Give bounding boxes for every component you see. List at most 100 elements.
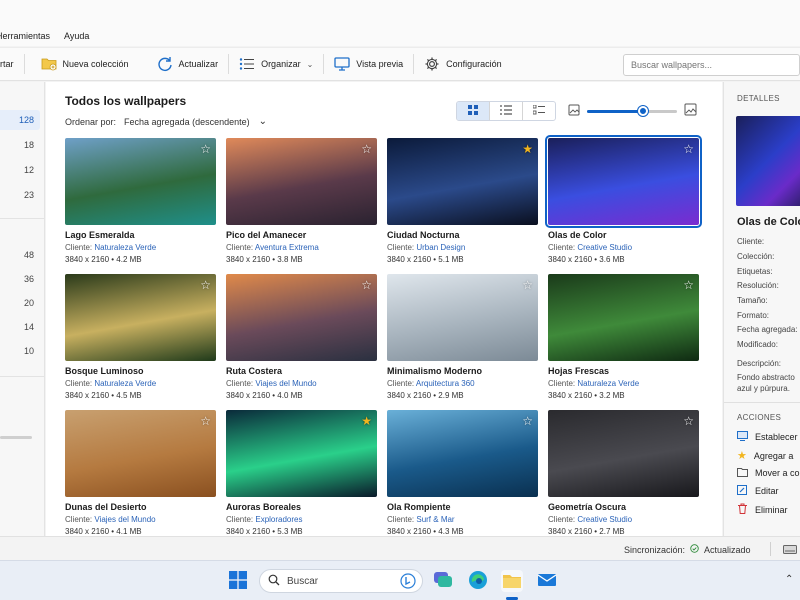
grid-view-button[interactable]: [457, 102, 490, 120]
preview-button[interactable]: Vista previa: [324, 51, 413, 77]
wallpaper-card[interactable]: ☆ Dunas del Desierto Cliente: Viajes del M…: [65, 410, 216, 538]
search-box[interactable]: [623, 54, 800, 76]
details-list-icon: [532, 104, 545, 117]
menu-ayuda[interactable]: Ayuda: [64, 31, 89, 41]
favorite-star-icon[interactable]: ☆: [683, 414, 694, 428]
wallpaper-thumbnail[interactable]: ☆: [65, 410, 216, 497]
wallpaper-card[interactable]: ☆ Olas de Color Cliente: Creative Studio 38…: [545, 135, 702, 266]
client-link[interactable]: Viajes del Mundo: [255, 379, 316, 388]
favorite-star-icon[interactable]: ☆: [522, 414, 533, 428]
wallpaper-card[interactable]: ☆ Ola Rompiente Cliente: Surf & Mar 3840 x …: [387, 410, 538, 538]
taskbar-search[interactable]: Buscar: [259, 569, 423, 593]
gear-icon: [424, 56, 440, 72]
delete-action[interactable]: Eliminar: [737, 503, 788, 516]
sidebar-count[interactable]: 128: [19, 115, 34, 125]
wallpaper-card[interactable]: ★ Auroras Boreales Cliente: Exploradores 38…: [226, 410, 377, 538]
wallpaper-thumbnail[interactable]: ☆: [548, 274, 699, 361]
wallpaper-name: Ruta Costera: [226, 366, 283, 376]
favorite-star-icon[interactable]: ★: [361, 414, 372, 428]
taskbar-mail-app[interactable]: [536, 570, 558, 592]
client-link[interactable]: Urban Design: [416, 243, 465, 252]
favorite-star-icon[interactable]: ☆: [683, 278, 694, 292]
sort-dropdown[interactable]: Fecha agregada (descendente) ⌄: [124, 116, 267, 127]
wallpaper-thumbnail[interactable]: ☆: [387, 410, 538, 497]
sidebar-count[interactable]: 36: [24, 274, 34, 284]
client-link[interactable]: Creative Studio: [577, 243, 632, 252]
refresh-button[interactable]: Actualizar: [139, 51, 229, 77]
add-to-favorites-action[interactable]: ★ Agregar a: [737, 449, 793, 462]
taskbar-edge-app[interactable]: [467, 570, 489, 592]
favorite-star-icon[interactable]: ☆: [361, 142, 372, 156]
sidebar-storage-bar: [0, 436, 32, 439]
favorite-star-icon[interactable]: ☆: [683, 142, 694, 156]
sidebar-count[interactable]: 23: [24, 190, 34, 200]
set-wallpaper-action[interactable]: Establecer: [737, 431, 798, 443]
details-field: Formato:: [737, 311, 770, 320]
settings-button[interactable]: Configuración: [414, 51, 512, 77]
client-link[interactable]: Naturaleza Verde: [577, 379, 639, 388]
wallpaper-thumbnail[interactable]: ★: [226, 410, 377, 497]
new-collection-button[interactable]: Nueva colección: [25, 51, 139, 77]
wallpaper-size: 4.0 MB: [277, 391, 303, 400]
favorite-star-icon[interactable]: ☆: [200, 278, 211, 292]
wallpaper-thumbnail[interactable]: ☆: [226, 274, 377, 361]
wallpaper-client: Cliente: Viajes del Mundo: [226, 379, 377, 388]
organize-button[interactable]: Organizar ⌄: [229, 51, 323, 77]
zoom-slider[interactable]: [587, 106, 677, 116]
client-link[interactable]: Arquitectura 360: [416, 379, 475, 388]
wallpaper-thumbnail[interactable]: ☆: [65, 138, 216, 225]
sidebar-count[interactable]: 14: [24, 322, 34, 332]
taskbar-chat-app[interactable]: [432, 570, 454, 592]
details-view-button[interactable]: [523, 102, 555, 120]
settings-label: Configuración: [446, 59, 502, 69]
wallpaper-card[interactable]: ☆ Ruta Costera Cliente: Viajes del Mundo 38…: [226, 274, 377, 402]
wallpaper-thumbnail[interactable]: ☆: [387, 274, 538, 361]
wallpaper-card[interactable]: ☆ Lago Esmeralda Cliente: Naturaleza Verde…: [65, 138, 216, 266]
wallpaper-card[interactable]: ☆ Hojas Frescas Cliente: Naturaleza Verde 3…: [548, 274, 699, 402]
zoom-slider-thumb[interactable]: [637, 106, 648, 116]
sidebar-count[interactable]: 48: [24, 250, 34, 260]
sidebar-divider: [0, 218, 44, 219]
wallpaper-thumbnail[interactable]: ★: [387, 138, 538, 225]
wallpaper-client: Cliente: Naturaleza Verde: [65, 243, 216, 252]
favorite-star-icon[interactable]: ☆: [200, 142, 211, 156]
wallpaper-card[interactable]: ☆ Geometría Oscura Cliente: Creative Studi…: [548, 410, 699, 538]
wallpaper-card[interactable]: ☆ Pico del Amanecer Cliente: Aventura Extr…: [226, 138, 377, 266]
client-link[interactable]: Exploradores: [255, 515, 302, 524]
client-link[interactable]: Naturaleza Verde: [94, 379, 156, 388]
wallpaper-thumbnail[interactable]: ☆: [548, 410, 699, 497]
chevron-up-icon[interactable]: ⌃: [785, 574, 793, 585]
sidebar-count[interactable]: 18: [24, 140, 34, 150]
client-link[interactable]: Creative Studio: [577, 515, 632, 524]
menu-herramientas[interactable]: Herramientas: [0, 31, 50, 41]
sidebar-count[interactable]: 20: [24, 298, 34, 308]
favorite-star-icon[interactable]: ☆: [522, 278, 533, 292]
wallpaper-meta: 3840 x 2160 • 4.3 MB: [387, 527, 538, 536]
client-link[interactable]: Viajes del Mundo: [94, 515, 155, 524]
wallpaper-size: 2.9 MB: [438, 391, 464, 400]
wallpaper-thumbnail[interactable]: ☆: [65, 274, 216, 361]
client-link[interactable]: Aventura Extrema: [255, 243, 319, 252]
sidebar-count[interactable]: 10: [24, 346, 34, 356]
wallpaper-thumbnail[interactable]: ☆: [545, 135, 702, 228]
description-text: azul y púrpura.: [737, 384, 790, 393]
wallpaper-card[interactable]: ☆ Minimalismo Moderno Cliente: Arquitectur…: [387, 274, 538, 402]
windows-start-button[interactable]: [227, 570, 249, 592]
sidebar-count[interactable]: 12: [24, 165, 34, 175]
client-link[interactable]: Naturaleza Verde: [94, 243, 156, 252]
favorite-star-icon[interactable]: ☆: [200, 414, 211, 428]
sort-value: Fecha agregada (descendente): [124, 116, 250, 127]
client-link[interactable]: Surf & Mar: [416, 515, 454, 524]
move-to-collection-action[interactable]: Mover a co: [737, 467, 800, 479]
search-input[interactable]: [624, 55, 799, 75]
list-view-button[interactable]: [490, 102, 523, 120]
new-collection-label: Nueva colección: [62, 59, 129, 69]
favorite-star-icon[interactable]: ☆: [361, 278, 372, 292]
wallpaper-thumbnail[interactable]: ☆: [226, 138, 377, 225]
wallpaper-card[interactable]: ★ Ciudad Nocturna Cliente: Urban Design 384…: [387, 138, 538, 266]
wallpaper-card[interactable]: ☆ Bosque Luminoso Cliente: Naturaleza Verd…: [65, 274, 216, 402]
edit-action[interactable]: Editar: [737, 485, 779, 497]
favorite-star-icon[interactable]: ★: [522, 142, 533, 156]
export-button[interactable]: rtar: [0, 51, 24, 77]
taskbar-file-explorer[interactable]: [501, 570, 523, 592]
